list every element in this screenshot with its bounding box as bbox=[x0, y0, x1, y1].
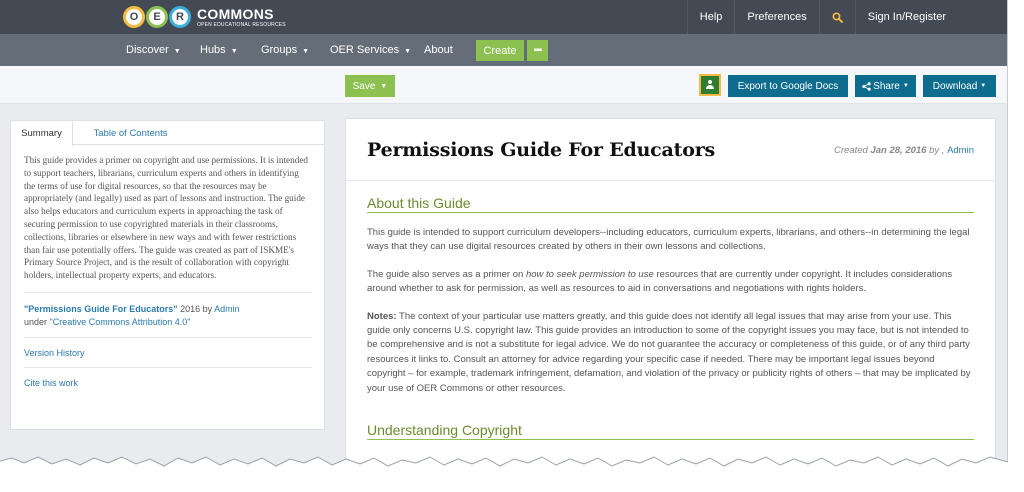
license-link[interactable]: "Creative Commons Attribution 4.0" bbox=[50, 317, 191, 327]
main-nav: Discover ▼ Hubs ▼ Groups ▼ OER Services ▼ Ab… bbox=[0, 34, 1007, 66]
create-button[interactable]: Create bbox=[476, 40, 524, 61]
search-icon bbox=[832, 11, 843, 23]
attribution-title-link[interactable]: "Permissions Guide For Educators" bbox=[24, 304, 178, 314]
caret-down-icon: ▼ bbox=[902, 83, 909, 89]
share-label: Share bbox=[873, 80, 900, 92]
nav-groups-label: Groups bbox=[261, 44, 298, 56]
nav-about[interactable]: About bbox=[424, 34, 453, 66]
nav-discover[interactable]: Discover ▼ bbox=[126, 34, 181, 66]
top-nav: Help Preferences Sign In/Register bbox=[686, 0, 958, 34]
created-date: Jan 28, 2016 bbox=[870, 145, 927, 156]
nav-hubs[interactable]: Hubs ▼ bbox=[200, 34, 238, 66]
summary-sidebar: Summary Table of Contents This guide pro… bbox=[10, 120, 325, 430]
paragraph-emphasis: how to seek permission to use bbox=[525, 268, 654, 280]
attribution-under: under bbox=[24, 316, 50, 327]
classroom-icon bbox=[705, 80, 715, 90]
chevron-down-icon: ▼ bbox=[230, 48, 238, 55]
attribution-year: 2016 by bbox=[177, 303, 215, 314]
download-label: Download bbox=[932, 80, 978, 92]
sidebar-tabs: Summary Table of Contents bbox=[11, 121, 324, 146]
export-google-docs-button[interactable]: Export to Google Docs bbox=[728, 75, 848, 97]
page-title: Permissions Guide For Educators bbox=[367, 139, 716, 161]
author-link[interactable]: Admin bbox=[947, 145, 974, 156]
browser-page: O E R COMMONS OPEN EDUCATIONAL RESOURCES… bbox=[0, 0, 1008, 475]
nav-hubs-label: Hubs bbox=[200, 44, 226, 56]
top-bar: O E R COMMONS OPEN EDUCATIONAL RESOURCES… bbox=[0, 0, 1007, 34]
section-heading: About this Guide bbox=[367, 195, 974, 213]
logo-letter-r: R bbox=[169, 6, 191, 28]
summary-text: This guide provides a primer on copyrigh… bbox=[24, 155, 308, 281]
action-bar: Save ▼ Export to Google Docs Share ▼ Downl… bbox=[0, 66, 1007, 104]
nav-discover-label: Discover bbox=[126, 44, 169, 56]
notes-text: The context of your particular use matte… bbox=[367, 310, 971, 394]
cite-this-work-link[interactable]: Cite this work bbox=[24, 366, 312, 389]
more-menu-button[interactable]: ▪▪▪ bbox=[527, 40, 548, 61]
version-history-link[interactable]: Version History bbox=[24, 336, 312, 359]
save-button[interactable]: Save ▼ bbox=[345, 75, 395, 97]
created-by: by , bbox=[929, 145, 945, 156]
download-button[interactable]: Download ▼ bbox=[923, 75, 996, 97]
torn-edge-decoration bbox=[0, 456, 1024, 492]
save-label: Save bbox=[352, 80, 376, 92]
created-label: Created bbox=[834, 145, 868, 156]
document-header: Permissions Guide For Educators Created … bbox=[346, 119, 995, 181]
caret-down-icon: ▼ bbox=[980, 83, 987, 89]
logo-text: COMMONS OPEN EDUCATIONAL RESOURCES bbox=[197, 7, 286, 28]
search-button[interactable] bbox=[818, 0, 855, 34]
paragraph-text: The guide also serves as a primer on bbox=[367, 268, 526, 280]
logo-name: COMMONS bbox=[197, 5, 274, 22]
share-icon bbox=[862, 81, 871, 91]
paragraph: The guide also serves as a primer on how… bbox=[367, 268, 974, 297]
logo-tagline: OPEN EDUCATIONAL RESOURCES bbox=[197, 21, 286, 28]
document-panel: Permissions Guide For Educators Created … bbox=[345, 118, 996, 475]
chevron-down-icon: ▼ bbox=[404, 48, 412, 55]
sign-in-link[interactable]: Sign In/Register bbox=[854, 0, 958, 34]
section-heading: Understanding Copyright bbox=[367, 422, 974, 441]
preferences-link[interactable]: Preferences bbox=[734, 0, 818, 34]
nav-oer-services-label: OER Services bbox=[330, 44, 400, 56]
google-classroom-button[interactable] bbox=[699, 74, 721, 96]
more-dots-icon: ▪▪▪ bbox=[533, 45, 543, 56]
logo-letter-e: E bbox=[146, 6, 168, 28]
logo-letter-o: O bbox=[123, 6, 145, 28]
oer-commons-logo[interactable]: O E R COMMONS OPEN EDUCATIONAL RESOURCES bbox=[123, 5, 286, 29]
nav-groups[interactable]: Groups ▼ bbox=[261, 34, 309, 66]
tab-table-of-contents[interactable]: Table of Contents bbox=[73, 121, 188, 146]
notes-paragraph: Notes: The context of your particular us… bbox=[367, 310, 974, 396]
attribution-author-link[interactable]: Admin bbox=[214, 304, 240, 314]
tab-summary[interactable]: Summary bbox=[11, 121, 73, 146]
notes-label: Notes: bbox=[367, 310, 397, 322]
chevron-down-icon: ▼ bbox=[302, 48, 310, 55]
chevron-down-icon: ▼ bbox=[173, 48, 181, 55]
attribution: "Permissions Guide For Educators" 2016 b… bbox=[24, 291, 312, 329]
help-link[interactable]: Help bbox=[686, 0, 735, 34]
created-info: Created Jan 28, 2016 by , Admin bbox=[834, 145, 974, 156]
share-button[interactable]: Share ▼ bbox=[855, 75, 916, 97]
chevron-down-icon: ▼ bbox=[380, 82, 388, 90]
paragraph: This guide is intended to support curric… bbox=[367, 227, 970, 253]
nav-oer-services[interactable]: OER Services ▼ bbox=[330, 34, 411, 66]
